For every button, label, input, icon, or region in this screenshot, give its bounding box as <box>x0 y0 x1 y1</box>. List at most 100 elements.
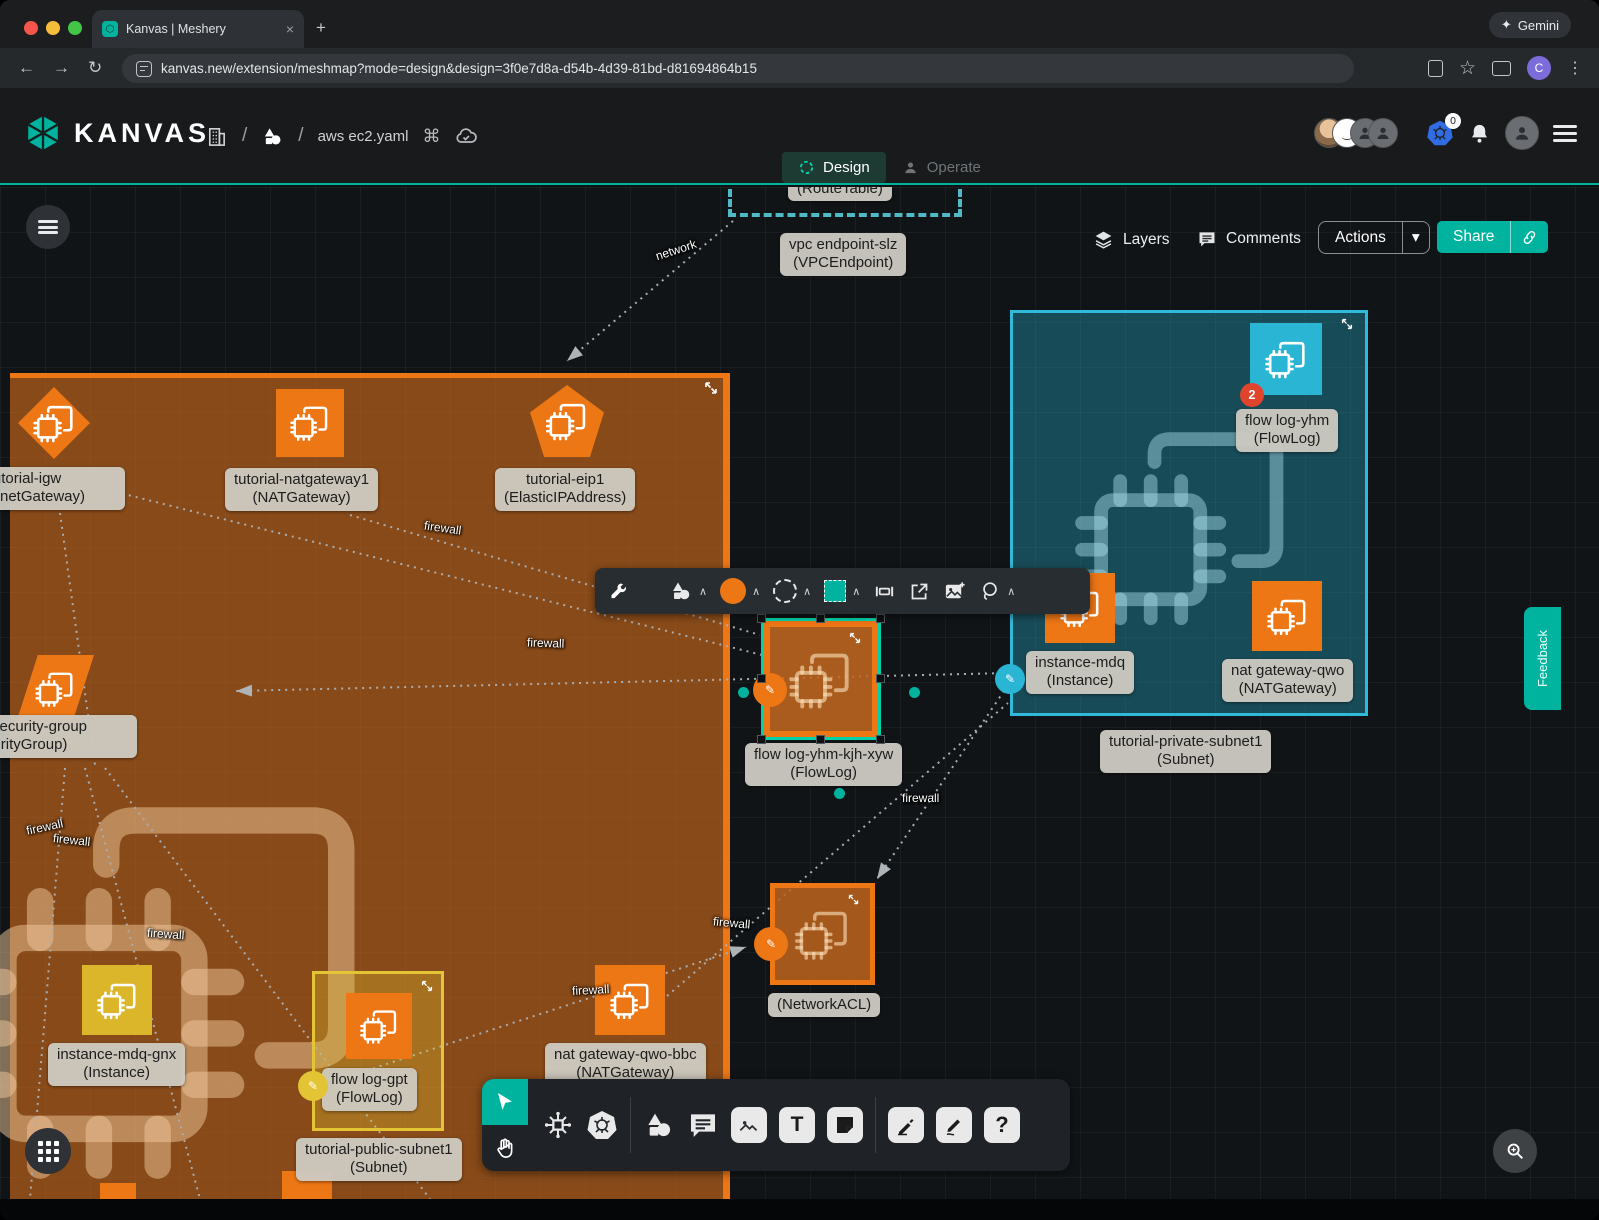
node-label-flow-log-yhm[interactable]: flow log-yhm(FlowLog) <box>1236 409 1338 452</box>
feedback-tab[interactable]: Feedback <box>1524 607 1561 710</box>
pan-tool[interactable] <box>482 1125 528 1171</box>
forward-button[interactable]: → <box>53 58 70 78</box>
node-label-security-group[interactable]: tutorial-security-group(SecurityGroup) <box>0 715 137 758</box>
selection-handle[interactable] <box>816 614 825 623</box>
shapes-tool-icon[interactable] <box>669 579 693 603</box>
border-style-icon[interactable] <box>773 579 797 603</box>
design-file-name[interactable]: aws ec2.yaml <box>318 128 409 145</box>
node-label-natgateway1[interactable]: tutorial-natgateway1(NATGateway) <box>225 468 378 511</box>
node-label-flow-log-gpt[interactable]: flow log-gpt(FlowLog) <box>322 1068 417 1111</box>
node-label-private-subnet[interactable]: tutorial-private-subnet1(Subnet) <box>1100 730 1271 773</box>
widgets-grid-button[interactable] <box>25 1128 71 1174</box>
node-label-instance-mdq[interactable]: instance-mdq(Instance) <box>1026 651 1134 694</box>
edge-anchor-dot[interactable] <box>909 687 920 698</box>
chevron-up-icon[interactable]: ∧ <box>1007 585 1015 598</box>
layers-button[interactable]: Layers <box>1093 229 1170 250</box>
chevron-up-icon[interactable]: ∧ <box>852 585 860 598</box>
selection-handle[interactable] <box>816 735 825 744</box>
select-tool-active[interactable] <box>482 1079 528 1125</box>
text-tool[interactable]: T <box>779 1107 815 1143</box>
zoom-in-button[interactable] <box>1493 1129 1537 1173</box>
share-button[interactable]: Share <box>1437 221 1510 253</box>
selection-handle[interactable] <box>876 735 885 744</box>
chevron-up-icon[interactable]: ∧ <box>699 585 707 598</box>
tab-close-icon[interactable]: × <box>286 21 294 37</box>
save-page-icon[interactable] <box>1428 60 1443 77</box>
node-flow-log-yhm[interactable] <box>1250 323 1322 395</box>
edge-anchor-dot[interactable] <box>834 788 845 799</box>
reload-button[interactable]: ↻ <box>88 58 102 78</box>
network-acl-resize-icon[interactable] <box>847 893 860 906</box>
new-tab-button[interactable]: + <box>316 18 326 38</box>
open-in-new-icon[interactable] <box>909 581 930 602</box>
kanvas-brand[interactable]: KANVAS <box>24 114 210 152</box>
selection-handle[interactable] <box>757 735 766 744</box>
actions-button[interactable]: Actions <box>1319 222 1402 253</box>
note-tool[interactable] <box>827 1107 863 1143</box>
node-label-eip1[interactable]: tutorial-eip1(ElasticIPAddress) <box>495 468 635 511</box>
node-label-network-acl[interactable]: (NetworkACL) <box>768 993 880 1017</box>
edge-anchor-dot[interactable] <box>738 687 749 698</box>
subnet-resize-icon[interactable] <box>1340 317 1354 331</box>
tab-operate[interactable]: Operate <box>886 152 997 183</box>
window-close-button[interactable] <box>24 21 38 35</box>
kubernetes-context-switcher[interactable]: 0 <box>1426 119 1454 147</box>
site-settings-icon[interactable] <box>136 61 152 77</box>
subnet-connector[interactable]: ✎ <box>995 664 1025 694</box>
node-nat-gateway-qwo[interactable] <box>1252 581 1322 651</box>
side-panel-icon[interactable] <box>1492 61 1511 76</box>
comments-button[interactable]: Comments <box>1197 229 1301 249</box>
lasso-icon[interactable] <box>979 580 1001 602</box>
chrome-menu-icon[interactable]: ⋮ <box>1567 58 1583 78</box>
kubernetes-tool[interactable] <box>586 1109 618 1141</box>
selected-node-resize-icon[interactable] <box>848 631 862 645</box>
node-label-public-subnet[interactable]: tutorial-public-subnet1(Subnet) <box>296 1138 462 1181</box>
user-profile-avatar[interactable] <box>1505 116 1539 150</box>
node-label-nat-gateway-qwo[interactable]: nat gateway-qwo(NATGateway) <box>1222 659 1353 702</box>
selection-handle[interactable] <box>876 614 885 623</box>
workspace-shapes-icon[interactable] <box>261 125 284 148</box>
chrome-profile-avatar[interactable]: C <box>1527 56 1551 80</box>
node-label-routetable[interactable]: (RouteTable) <box>788 187 892 201</box>
window-minimize-button[interactable] <box>46 21 60 35</box>
bookmark-star-icon[interactable]: ☆ <box>1459 57 1476 80</box>
window-zoom-button[interactable] <box>68 21 82 35</box>
network-acl-connector[interactable]: ✎ <box>754 927 788 961</box>
selection-handle[interactable] <box>757 674 766 683</box>
organization-icon[interactable] <box>205 125 228 148</box>
comment-tool[interactable] <box>687 1109 719 1141</box>
wrench-icon[interactable] <box>609 581 629 601</box>
url-bar[interactable]: kanvas.new/extension/meshmap?mode=design… <box>122 54 1354 83</box>
selection-handle[interactable] <box>876 674 885 683</box>
back-button[interactable]: ← <box>18 58 35 78</box>
freehand-tool[interactable] <box>936 1107 972 1143</box>
chevron-up-icon[interactable]: ∧ <box>752 585 760 598</box>
browser-tab[interactable]: ⬡ Kanvas | Meshery × <box>92 10 304 48</box>
edge-pen-tool[interactable] <box>888 1107 924 1143</box>
resize-width-icon[interactable] <box>873 580 896 603</box>
region-resize-icon[interactable] <box>703 380 719 396</box>
fill-color-swatch[interactable] <box>720 578 746 604</box>
flow-log-gpt-resize-icon[interactable] <box>420 979 434 993</box>
node-flow-log-gpt[interactable] <box>346 993 412 1059</box>
shapes-tool[interactable] <box>643 1109 675 1141</box>
tab-design[interactable]: Design <box>782 152 886 183</box>
shortcut-icon[interactable]: ⌘ <box>422 126 440 147</box>
actions-dropdown-button[interactable]: ▾ <box>1402 222 1429 253</box>
copy-link-button[interactable] <box>1510 221 1548 253</box>
component-tool[interactable] <box>542 1109 574 1141</box>
collaborator-avatar-4[interactable] <box>1368 118 1398 148</box>
node-label-flow-log-kjh[interactable]: flow log-yhm-kjh-xyw(FlowLog) <box>745 743 902 786</box>
selection-handle[interactable] <box>757 614 766 623</box>
node-cut-bottom-2[interactable] <box>100 1183 136 1199</box>
help-tool[interactable]: ? <box>984 1107 1020 1143</box>
design-canvas[interactable]: Layers Comments Actions ▾ Share (RouteTa… <box>0 187 1599 1199</box>
node-instance-gnx[interactable] <box>82 965 152 1035</box>
image-tool[interactable] <box>731 1107 767 1143</box>
node-label-vpc-endpoint[interactable]: vpc endpoint-slz(VPCEndpoint) <box>780 233 906 276</box>
notifications-bell-icon[interactable] <box>1468 122 1491 145</box>
node-natgateway1[interactable] <box>276 389 344 457</box>
header-menu-icon[interactable] <box>1553 125 1577 142</box>
add-image-icon[interactable] <box>943 580 966 603</box>
chevron-up-icon[interactable]: ∧ <box>803 585 811 598</box>
